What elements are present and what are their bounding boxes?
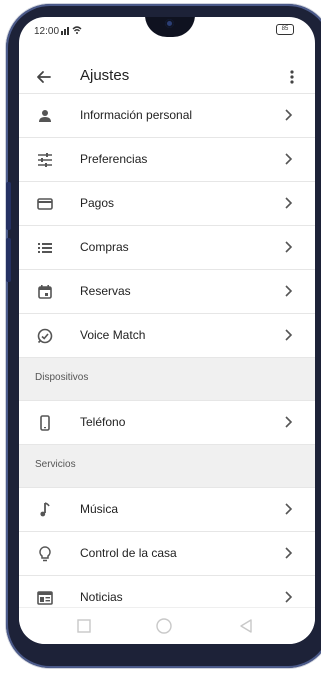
settings-item-pagos[interactable]: Pagos	[19, 181, 315, 225]
section-title: Servicios	[35, 459, 76, 470]
section-header-servicios: Servicios	[19, 444, 315, 487]
back-triangle-icon[interactable]	[237, 617, 255, 635]
chevron-right-icon	[285, 503, 293, 515]
volume-button	[6, 182, 11, 230]
settings-list: Información personal Preferencias Pagos …	[19, 93, 315, 619]
back-button[interactable]	[34, 67, 54, 87]
home-circle-icon[interactable]	[155, 617, 173, 635]
chevron-right-icon	[285, 197, 293, 209]
chevron-right-icon	[285, 591, 293, 603]
screen: 12:00 85 Ajustes Información personal Pr…	[19, 17, 315, 644]
battery-icon: 85	[276, 24, 294, 35]
chevron-right-icon	[285, 285, 293, 297]
status-bar: 12:00 85	[19, 17, 315, 45]
settings-item-label: Voice Match	[80, 328, 146, 342]
settings-item-label: Teléfono	[80, 415, 126, 429]
settings-item-label: Preferencias	[80, 152, 148, 166]
settings-item-label: Compras	[80, 240, 129, 254]
music-note-icon	[40, 502, 50, 517]
settings-item-voice-match[interactable]: Voice Match	[19, 313, 315, 357]
more-options-button[interactable]	[287, 67, 297, 87]
tune-icon	[38, 153, 52, 167]
navigation-bar	[19, 607, 315, 644]
settings-item-label: Noticias	[80, 590, 123, 604]
chevron-right-icon	[285, 153, 293, 165]
news-icon	[37, 591, 53, 605]
voice-match-icon	[37, 328, 53, 344]
signal-wifi-icon	[61, 25, 83, 38]
settings-item-telefono[interactable]: Teléfono	[19, 400, 315, 444]
settings-item-label: Control de la casa	[80, 546, 177, 560]
section-header-dispositivos: Dispositivos	[19, 357, 315, 400]
chevron-right-icon	[285, 241, 293, 253]
chevron-right-icon	[285, 109, 293, 121]
recents-square-icon[interactable]	[75, 617, 93, 635]
credit-card-icon	[37, 198, 53, 210]
settings-item-label: Reservas	[80, 284, 131, 298]
settings-item-label: Información personal	[80, 108, 193, 122]
settings-item-control-de-la-casa[interactable]: Control de la casa	[19, 531, 315, 575]
chevron-right-icon	[285, 547, 293, 559]
settings-item-label: Música	[80, 502, 119, 516]
settings-item-label: Pagos	[80, 196, 115, 210]
section-title: Dispositivos	[35, 372, 89, 383]
settings-item-musica[interactable]: Música	[19, 487, 315, 531]
list-icon	[38, 243, 52, 253]
settings-item-reservas[interactable]: Reservas	[19, 269, 315, 313]
person-icon	[39, 110, 51, 122]
volume-button	[6, 238, 11, 282]
page-title: Ajustes	[80, 67, 130, 84]
calendar-icon	[38, 285, 52, 299]
status-time: 12:00	[34, 26, 60, 37]
settings-item-preferencias[interactable]: Preferencias	[19, 137, 315, 181]
phone-icon	[40, 415, 50, 431]
arrow-back-icon	[37, 71, 51, 83]
more-vert-icon	[290, 70, 294, 84]
lightbulb-icon	[39, 546, 51, 562]
chevron-right-icon	[285, 416, 293, 428]
settings-item-informacion-personal[interactable]: Información personal	[19, 93, 315, 137]
chevron-right-icon	[285, 329, 293, 341]
settings-item-compras[interactable]: Compras	[19, 225, 315, 269]
